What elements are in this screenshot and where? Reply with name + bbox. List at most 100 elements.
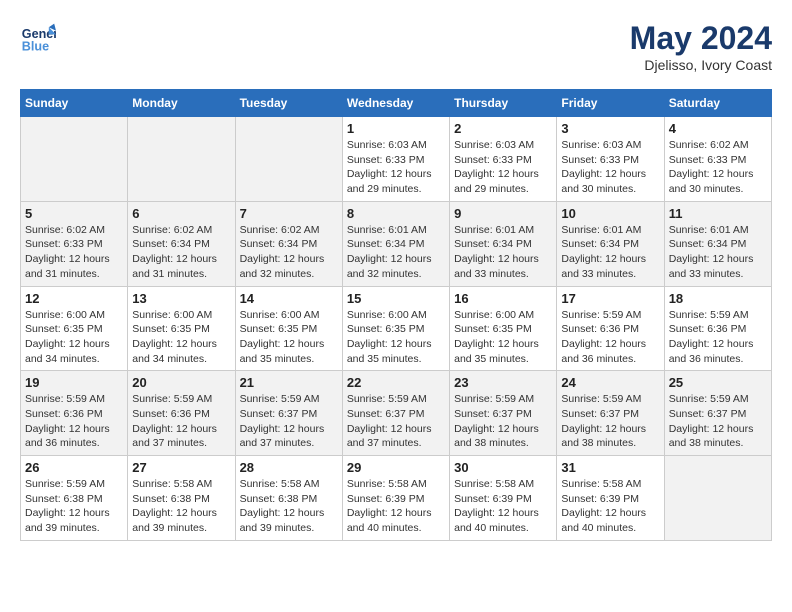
- calendar-cell: 14Sunrise: 6:00 AMSunset: 6:35 PMDayligh…: [235, 286, 342, 371]
- day-info: Sunrise: 6:01 AMSunset: 6:34 PMDaylight:…: [347, 223, 445, 282]
- svg-text:Blue: Blue: [22, 40, 49, 54]
- day-number: 5: [25, 206, 123, 221]
- calendar-cell: 30 Sunrise: 5:58 AMSunset: 6:39 PMDayligh…: [450, 456, 557, 541]
- calendar-cell: [21, 117, 128, 202]
- day-number: 8: [347, 206, 445, 221]
- day-info: Sunrise: 5:59 AMSunset: 6:37 PMDaylight:…: [347, 392, 445, 451]
- day-info: Sunrise: 6:00 AMSunset: 6:35 PMDaylight:…: [25, 308, 123, 367]
- day-info: Sunrise: 5:59 AMSunset: 6:37 PMDaylight:…: [454, 392, 552, 451]
- calendar-cell: 15 Sunrise: 6:00 AMSunset: 6:35 PMDayligh…: [342, 286, 449, 371]
- day-info: Sunrise: 5:58 AMSunset: 6:39 PMDaylight:…: [454, 477, 552, 536]
- calendar-cell: 18 Sunrise: 5:59 AMSunset: 6:36 PMDayligh…: [664, 286, 771, 371]
- logo-icon: General Blue: [20, 20, 56, 56]
- day-number: 19: [25, 375, 123, 390]
- day-info: Sunrise: 5:58 AMSunset: 6:39 PMDaylight:…: [561, 477, 659, 536]
- day-info: Sunrise: 6:02 AMSunset: 6:33 PMDaylight:…: [25, 223, 123, 282]
- day-number: 4: [669, 121, 767, 136]
- calendar-cell: 10 Sunrise: 6:01 AMSunset: 6:34 PMDayligh…: [557, 201, 664, 286]
- day-info: Sunrise: 5:59 AMSunset: 6:37 PMDaylight:…: [561, 392, 659, 451]
- day-number: 23: [454, 375, 552, 390]
- day-info: Sunrise: 6:01 AMSunset: 6:34 PMDaylight:…: [669, 223, 767, 282]
- weekday-header-wednesday: Wednesday: [342, 90, 449, 117]
- day-number: 25: [669, 375, 767, 390]
- day-info: Sunrise: 6:03 AMSunset: 6:33 PMDaylight:…: [347, 138, 445, 197]
- day-info: Sunrise: 5:58 AMSunset: 6:38 PMDaylight:…: [132, 477, 230, 536]
- calendar-cell: 17Sunrise: 5:59 AMSunset: 6:36 PMDayligh…: [557, 286, 664, 371]
- calendar-cell: 13Sunrise: 6:00 AMSunset: 6:35 PMDayligh…: [128, 286, 235, 371]
- day-info: Sunrise: 5:59 AMSunset: 6:38 PMDaylight:…: [25, 477, 123, 536]
- day-number: 21: [240, 375, 338, 390]
- weekday-header-monday: Monday: [128, 90, 235, 117]
- day-number: 18: [669, 291, 767, 306]
- day-number: 24: [561, 375, 659, 390]
- day-info: Sunrise: 6:03 AMSunset: 6:33 PMDaylight:…: [454, 138, 552, 197]
- calendar-week-5: 26 Sunrise: 5:59 AMSunset: 6:38 PMDayligh…: [21, 456, 772, 541]
- calendar-cell: 29 Sunrise: 5:58 AMSunset: 6:39 PMDayligh…: [342, 456, 449, 541]
- calendar-cell: [235, 117, 342, 202]
- weekday-header-sunday: Sunday: [21, 90, 128, 117]
- day-info: Sunrise: 5:58 AMSunset: 6:38 PMDaylight:…: [240, 477, 338, 536]
- day-info: Sunrise: 6:00 AMSunset: 6:35 PMDaylight:…: [240, 308, 338, 367]
- month-year-title: May 2024: [630, 20, 772, 57]
- day-info: Sunrise: 6:01 AMSunset: 6:34 PMDaylight:…: [561, 223, 659, 282]
- day-info: Sunrise: 5:59 AMSunset: 6:36 PMDaylight:…: [669, 308, 767, 367]
- day-info: Sunrise: 5:59 AMSunset: 6:36 PMDaylight:…: [132, 392, 230, 451]
- calendar-cell: 25Sunrise: 5:59 AMSunset: 6:37 PMDayligh…: [664, 371, 771, 456]
- calendar-cell: [664, 456, 771, 541]
- day-number: 26: [25, 460, 123, 475]
- day-number: 12: [25, 291, 123, 306]
- day-number: 2: [454, 121, 552, 136]
- calendar-cell: 7 Sunrise: 6:02 AMSunset: 6:34 PMDaylight…: [235, 201, 342, 286]
- calendar-week-2: 5 Sunrise: 6:02 AMSunset: 6:33 PMDaylight…: [21, 201, 772, 286]
- day-info: Sunrise: 6:02 AMSunset: 6:34 PMDaylight:…: [240, 223, 338, 282]
- weekday-header-row: SundayMondayTuesdayWednesdayThursdayFrid…: [21, 90, 772, 117]
- title-block: May 2024 Djelisso, Ivory Coast: [630, 20, 772, 73]
- day-number: 7: [240, 206, 338, 221]
- day-number: 29: [347, 460, 445, 475]
- day-number: 27: [132, 460, 230, 475]
- weekday-header-thursday: Thursday: [450, 90, 557, 117]
- day-number: 1: [347, 121, 445, 136]
- day-number: 30: [454, 460, 552, 475]
- day-number: 16: [454, 291, 552, 306]
- calendar-cell: 23 Sunrise: 5:59 AMSunset: 6:37 PMDayligh…: [450, 371, 557, 456]
- day-info: Sunrise: 6:02 AMSunset: 6:34 PMDaylight:…: [132, 223, 230, 282]
- weekday-header-saturday: Saturday: [664, 90, 771, 117]
- calendar-cell: 19 Sunrise: 5:59 AMSunset: 6:36 PMDayligh…: [21, 371, 128, 456]
- page-header: General Blue May 2024 Djelisso, Ivory Co…: [20, 20, 772, 73]
- day-info: Sunrise: 5:59 AMSunset: 6:36 PMDaylight:…: [25, 392, 123, 451]
- calendar-cell: 21 Sunrise: 5:59 AMSunset: 6:37 PMDayligh…: [235, 371, 342, 456]
- day-info: Sunrise: 5:59 AMSunset: 6:36 PMDaylight:…: [561, 308, 659, 367]
- day-info: Sunrise: 6:03 AMSunset: 6:33 PMDaylight:…: [561, 138, 659, 197]
- location-subtitle: Djelisso, Ivory Coast: [630, 57, 772, 73]
- day-number: 9: [454, 206, 552, 221]
- calendar-cell: 24 Sunrise: 5:59 AMSunset: 6:37 PMDayligh…: [557, 371, 664, 456]
- calendar-cell: 31Sunrise: 5:58 AMSunset: 6:39 PMDayligh…: [557, 456, 664, 541]
- weekday-header-friday: Friday: [557, 90, 664, 117]
- calendar-week-3: 12 Sunrise: 6:00 AMSunset: 6:35 PMDayligh…: [21, 286, 772, 371]
- day-number: 3: [561, 121, 659, 136]
- calendar-cell: 16Sunrise: 6:00 AMSunset: 6:35 PMDayligh…: [450, 286, 557, 371]
- day-info: Sunrise: 5:59 AMSunset: 6:37 PMDaylight:…: [240, 392, 338, 451]
- calendar-cell: 3 Sunrise: 6:03 AMSunset: 6:33 PMDaylight…: [557, 117, 664, 202]
- calendar-cell: 2 Sunrise: 6:03 AMSunset: 6:33 PMDaylight…: [450, 117, 557, 202]
- day-info: Sunrise: 6:02 AMSunset: 6:33 PMDaylight:…: [669, 138, 767, 197]
- calendar-cell: 27 Sunrise: 5:58 AMSunset: 6:38 PMDayligh…: [128, 456, 235, 541]
- calendar-cell: 4 Sunrise: 6:02 AMSunset: 6:33 PMDaylight…: [664, 117, 771, 202]
- day-info: Sunrise: 6:01 AMSunset: 6:34 PMDaylight:…: [454, 223, 552, 282]
- calendar-week-4: 19 Sunrise: 5:59 AMSunset: 6:36 PMDayligh…: [21, 371, 772, 456]
- day-info: Sunrise: 5:58 AMSunset: 6:39 PMDaylight:…: [347, 477, 445, 536]
- calendar-cell: 9 Sunrise: 6:01 AMSunset: 6:34 PMDaylight…: [450, 201, 557, 286]
- calendar-cell: 5 Sunrise: 6:02 AMSunset: 6:33 PMDaylight…: [21, 201, 128, 286]
- calendar-cell: 8 Sunrise: 6:01 AMSunset: 6:34 PMDaylight…: [342, 201, 449, 286]
- calendar-cell: 1 Sunrise: 6:03 AMSunset: 6:33 PMDaylight…: [342, 117, 449, 202]
- day-number: 10: [561, 206, 659, 221]
- calendar-cell: [128, 117, 235, 202]
- day-number: 6: [132, 206, 230, 221]
- day-info: Sunrise: 6:00 AMSunset: 6:35 PMDaylight:…: [347, 308, 445, 367]
- calendar-cell: 28Sunrise: 5:58 AMSunset: 6:38 PMDayligh…: [235, 456, 342, 541]
- calendar-cell: 26 Sunrise: 5:59 AMSunset: 6:38 PMDayligh…: [21, 456, 128, 541]
- day-number: 15: [347, 291, 445, 306]
- calendar-cell: 22Sunrise: 5:59 AMSunset: 6:37 PMDayligh…: [342, 371, 449, 456]
- calendar-table: SundayMondayTuesdayWednesdayThursdayFrid…: [20, 89, 772, 541]
